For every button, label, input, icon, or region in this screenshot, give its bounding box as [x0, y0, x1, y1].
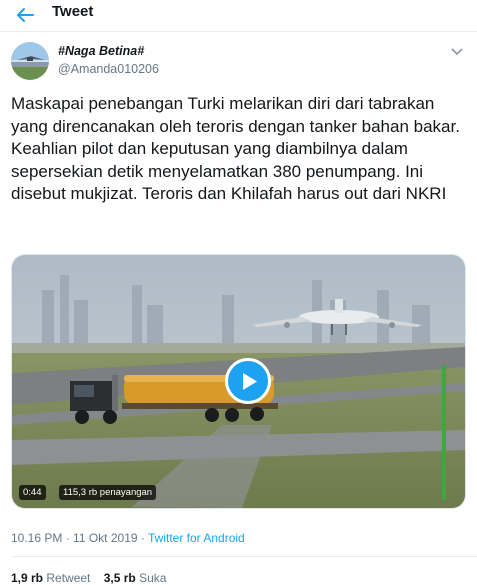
video-duration: 0:44: [19, 485, 46, 500]
video-player[interactable]: 0:44 115,3 rb penayangan: [11, 254, 466, 509]
view-count: 115,3 rb penayangan: [59, 485, 157, 500]
meta-separator: ·: [62, 531, 74, 545]
retweets-stat[interactable]: 1,9 rb Retweet: [11, 571, 90, 585]
avatar[interactable]: [11, 42, 49, 80]
chevron-down-icon[interactable]: [451, 44, 463, 56]
tweet-text: Maskapai penebangan Turki melarikan diri…: [11, 94, 460, 203]
tweet-meta: 10.16 PM · 11 Okt 2019 · Twitter for And…: [11, 531, 245, 545]
page-title: Tweet: [52, 3, 94, 20]
tweet-time[interactable]: 10.16 PM: [11, 531, 62, 545]
top-bar: Tweet: [0, 0, 477, 31]
header-divider: [0, 31, 477, 32]
back-arrow-icon[interactable]: [14, 4, 36, 26]
tweet-date[interactable]: 11 Okt 2019: [73, 531, 138, 545]
play-button[interactable]: [225, 358, 271, 404]
likes-count: 3,5 rb: [103, 571, 136, 585]
engagement-stats: 1,9 rb Retweet 3,5 rb Suka: [11, 571, 166, 585]
likes-label: Suka: [139, 571, 167, 585]
play-icon: [243, 373, 257, 390]
likes-stat[interactable]: 3,5 rb Suka: [104, 571, 167, 585]
meta-divider: [11, 556, 477, 557]
display-name[interactable]: #Naga Betina#: [58, 44, 144, 58]
tweet-source-link[interactable]: Twitter for Android: [148, 531, 245, 545]
retweets-label: Retweet: [46, 571, 91, 585]
retweets-count: 1,9 rb: [11, 571, 44, 585]
user-handle[interactable]: @Amanda010206: [58, 62, 159, 76]
meta-separator: ·: [137, 531, 148, 545]
